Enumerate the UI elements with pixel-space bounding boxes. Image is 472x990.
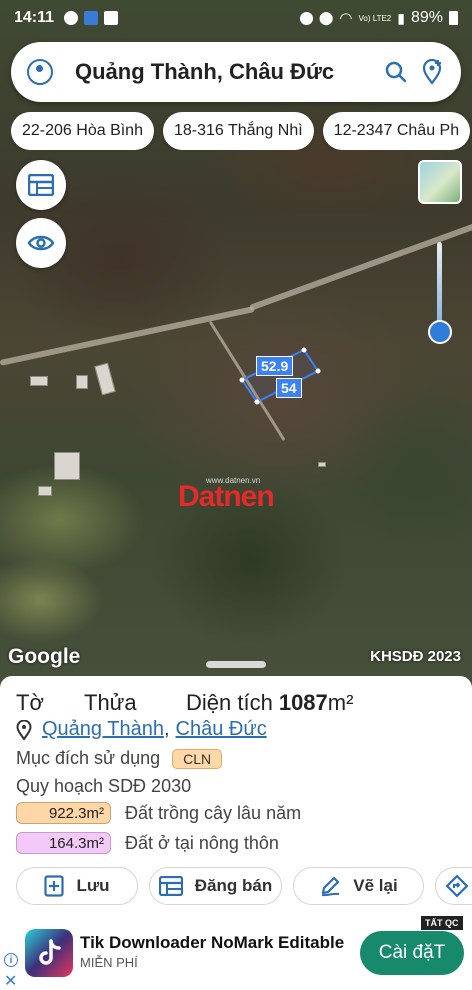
recent-chips: 22-206 Hòa Bình 18-316 Thắng Nhì 12-2347… [11,112,472,150]
alarm-icon [64,11,79,25]
directions-button[interactable] [435,867,472,905]
table-view-button[interactable] [16,160,66,210]
save-button[interactable]: Lưu [16,867,138,905]
location-icon: ⬤ [318,10,334,25]
sheet-number-label: Tờ [16,690,44,715]
recent-chip[interactable]: 12-2347 Châu Ph [322,112,471,150]
area-unit: m² [327,690,354,715]
area-label: Diện tích [186,690,273,715]
wifi-icon: ◠ [339,10,353,27]
plan-area: 164.3m² [16,832,111,854]
add-document-icon [44,875,65,897]
plan-title: Quy hoạch SDĐ 2030 [16,776,192,796]
redraw-label: Vẽ lại [353,876,398,895]
search-bar[interactable]: Quảng Thành, Châu Đức [11,42,461,102]
image-icon [84,11,99,25]
location-line: Quảng Thành , Châu Đức [16,718,267,741]
edge-length-label: 52.9 [256,356,294,376]
ad-info-icon[interactable]: i [4,953,18,967]
save-label: Lưu [76,876,110,895]
eye-icon [27,235,55,251]
status-bar: 14:11 ⬤ ◠ Vo) LTE2 ▮ 89% [0,0,472,36]
purpose-label: Mục đích sử dụng [16,748,161,768]
visibility-button[interactable] [16,218,66,268]
signal-icon: ▮ [397,9,405,26]
table-icon [158,876,183,896]
directions-icon [445,875,468,897]
commune-link[interactable]: Quảng Thành [42,718,164,741]
parcel-number-label: Thửa [84,690,137,715]
parcel-header: Tờ Thửa Diện tích 1087 m² [16,690,353,716]
plan-item: 922.3m² Đất trồng cây lâu năm [16,802,301,824]
post-sale-button[interactable]: Đăng bán [149,867,282,905]
battery-percent: 89% [410,9,443,26]
ad-tag[interactable]: TẤT QC [421,916,463,930]
watermark-logo: www.datnen.vn Datnen [178,476,275,513]
recent-chip[interactable]: 18-316 Thắng Nhì [162,112,314,150]
search-icon[interactable] [383,59,409,85]
area-value: 1087 [278,690,328,715]
ad-subtitle: MIỄN PHÍ [80,955,138,970]
plan-use: Đất ở tại nông thôn [125,832,279,853]
sheet-drag-handle[interactable] [206,661,266,668]
app-icon [104,11,119,25]
alarm-icon [299,11,313,25]
network-label: Vo) LTE2 [358,13,392,23]
search-query[interactable]: Quảng Thành, Châu Đức [75,59,373,85]
plan-area: 922.3m² [16,802,111,824]
install-button[interactable]: Cài đặT [360,931,464,975]
account-icon[interactable] [27,59,53,85]
plan-item: 164.3m² Đất ở tại nông thôn [16,832,279,854]
post-sale-label: Đăng bán [194,876,273,895]
action-buttons: Lưu Đăng bán Vẽ lại [16,867,472,905]
parcel-outline[interactable] [0,0,472,690]
battery-icon [449,11,458,25]
google-logo: Google [8,645,81,668]
ad-title[interactable]: Tik Downloader NoMark Editable [80,933,344,953]
add-location-icon[interactable] [419,59,445,85]
map-layer-button[interactable] [418,160,462,204]
recent-chip[interactable]: 22-206 Hòa Bình [11,112,154,150]
location-separator: , [163,718,170,740]
redraw-button[interactable]: Vẽ lại [293,867,424,905]
status-time: 14:11 [14,9,55,26]
parcel-info-sheet: Tờ Thửa Diện tích 1087 m² Quảng Thành , … [0,676,472,921]
satellite-map[interactable]: 52.9 54 www.datnen.vn Datnen [0,0,472,690]
pin-icon [16,719,32,740]
table-icon [28,174,54,196]
pencil-icon [322,876,340,897]
district-link[interactable]: Châu Đức [176,718,267,741]
ad-close-icon[interactable]: ✕ [4,971,17,990]
plan-use: Đất trồng cây lâu năm [125,802,302,823]
opacity-slider-knob[interactable] [428,320,452,344]
ad-banner[interactable]: Tik Downloader NoMark Editable MIỄN PHÍ … [0,916,472,990]
tiktok-app-icon[interactable] [25,929,73,977]
land-purpose-line: Mục đích sử dụng CLN [16,748,223,769]
purpose-code-badge: CLN [172,748,223,769]
edge-length-label: 54 [276,378,302,398]
layer-label: KHSDĐ 2023 [370,648,461,665]
